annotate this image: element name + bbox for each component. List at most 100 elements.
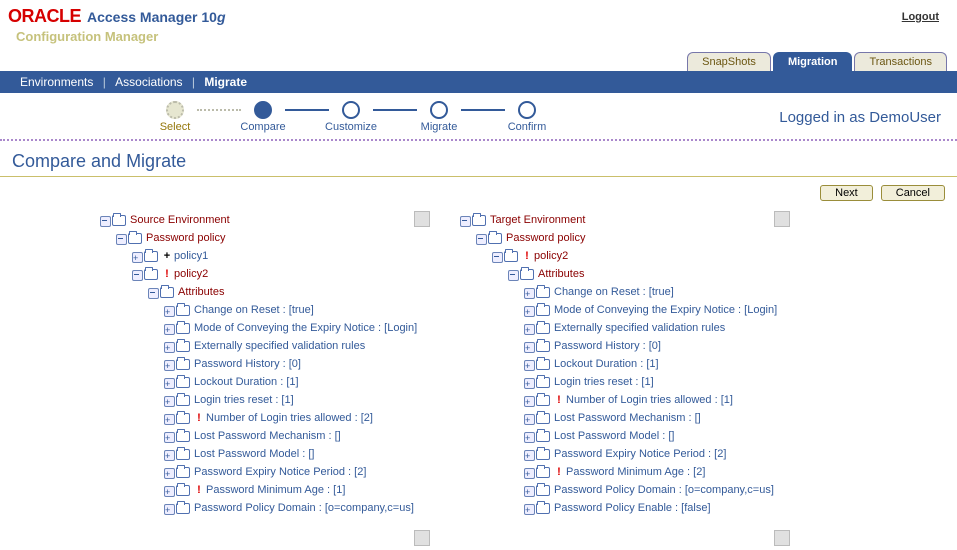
attribute-node[interactable]: Password Policy Domain : [o=company,c=us…: [194, 499, 414, 517]
scroll-down-icon[interactable]: [414, 530, 430, 546]
attribute-node[interactable]: Lost Password Mechanism : []: [554, 409, 701, 427]
expand-icon[interactable]: [164, 414, 173, 423]
policy-node[interactable]: policy2: [534, 247, 568, 265]
folder-icon: [536, 431, 550, 442]
scroll-down-icon[interactable]: [774, 530, 790, 546]
expand-icon[interactable]: [524, 432, 533, 441]
attribute-node[interactable]: Login tries reset : [1]: [554, 373, 654, 391]
next-button[interactable]: Next: [820, 185, 873, 201]
tree-root-label[interactable]: Source Environment: [130, 211, 230, 229]
attribute-node[interactable]: Password Policy Domain : [o=company,c=us…: [554, 481, 774, 499]
expand-icon[interactable]: [164, 324, 173, 333]
collapse-icon[interactable]: [100, 216, 109, 225]
expand-icon[interactable]: [524, 342, 533, 351]
tab-snapshots[interactable]: SnapShots: [687, 52, 771, 71]
folder-icon: [536, 503, 550, 514]
attribute-node[interactable]: Password Expiry Notice Period : [2]: [194, 463, 366, 481]
expand-icon[interactable]: [164, 342, 173, 351]
folder-icon: [536, 377, 550, 388]
expand-icon[interactable]: [524, 306, 533, 315]
toggle-icon[interactable]: [492, 252, 501, 261]
diff-icon: !: [554, 391, 564, 409]
logout-link[interactable]: Logout: [902, 11, 939, 23]
expand-icon[interactable]: [524, 288, 533, 297]
attribute-node[interactable]: Lost Password Model : []: [194, 445, 314, 463]
tab-migration[interactable]: Migration: [773, 52, 853, 71]
attribute-node[interactable]: Lockout Duration : [1]: [554, 355, 659, 373]
attribute-node[interactable]: Lost Password Model : []: [554, 427, 674, 445]
cancel-button[interactable]: Cancel: [881, 185, 945, 201]
attribute-node[interactable]: Password Policy Enable : [false]: [554, 499, 711, 517]
attributes-label[interactable]: Attributes: [178, 283, 224, 301]
wizard-step-customize[interactable]: Customize: [316, 101, 386, 133]
policy-node[interactable]: policy1: [174, 247, 208, 265]
expand-icon[interactable]: [524, 486, 533, 495]
attribute-node[interactable]: Externally specified validation rules: [554, 319, 725, 337]
expand-icon[interactable]: [524, 396, 533, 405]
folder-icon: [536, 305, 550, 316]
expand-icon[interactable]: [164, 504, 173, 513]
scroll-up-icon[interactable]: [774, 211, 790, 227]
expand-icon[interactable]: [524, 324, 533, 333]
expand-icon[interactable]: [164, 432, 173, 441]
scroll-up-icon[interactable]: [414, 211, 430, 227]
diff-icon: !: [194, 481, 204, 499]
expand-icon[interactable]: [524, 360, 533, 369]
nav-associations[interactable]: Associations: [115, 75, 182, 89]
attribute-node[interactable]: Lost Password Mechanism : []: [194, 427, 341, 445]
attribute-node[interactable]: Change on Reset : [true]: [194, 301, 314, 319]
collapse-icon[interactable]: [476, 234, 485, 243]
policy-node[interactable]: policy2: [174, 265, 208, 283]
collapse-icon[interactable]: [116, 234, 125, 243]
attribute-node[interactable]: Password Minimum Age : [1]: [206, 481, 345, 499]
wizard-step-compare[interactable]: Compare: [228, 101, 298, 133]
attribute-node[interactable]: Password Expiry Notice Period : [2]: [554, 445, 726, 463]
attribute-node[interactable]: Number of Login tries allowed : [2]: [206, 409, 373, 427]
policy-group-label[interactable]: Password policy: [146, 229, 225, 247]
collapse-icon[interactable]: [508, 270, 517, 279]
expand-icon[interactable]: [164, 360, 173, 369]
folder-icon: [176, 323, 190, 334]
policy-group-label[interactable]: Password policy: [506, 229, 585, 247]
folder-icon: [176, 431, 190, 442]
collapse-icon[interactable]: [148, 288, 157, 297]
attribute-node[interactable]: Password Minimum Age : [2]: [566, 463, 705, 481]
expand-icon[interactable]: [164, 450, 173, 459]
wizard-step-confirm[interactable]: Confirm: [492, 101, 562, 133]
toggle-icon[interactable]: [132, 252, 141, 261]
attribute-node[interactable]: Mode of Conveying the Expiry Notice : [L…: [194, 319, 417, 337]
step-label: Select: [160, 121, 191, 133]
expand-icon[interactable]: [524, 378, 533, 387]
expand-icon[interactable]: [524, 414, 533, 423]
attribute-node[interactable]: Mode of Conveying the Expiry Notice : [L…: [554, 301, 777, 319]
attribute-node[interactable]: Login tries reset : [1]: [194, 391, 294, 409]
expand-icon[interactable]: [164, 468, 173, 477]
nav-migrate[interactable]: Migrate: [204, 75, 247, 89]
attribute-node[interactable]: Externally specified validation rules: [194, 337, 365, 355]
expand-icon[interactable]: [524, 468, 533, 477]
expand-icon[interactable]: [164, 396, 173, 405]
expand-icon[interactable]: [164, 486, 173, 495]
attributes-label[interactable]: Attributes: [538, 265, 584, 283]
expand-icon[interactable]: [524, 504, 533, 513]
attribute-node[interactable]: Lockout Duration : [1]: [194, 373, 299, 391]
expand-icon[interactable]: [164, 306, 173, 315]
attribute-node[interactable]: Password History : [0]: [554, 337, 661, 355]
expand-icon[interactable]: [164, 378, 173, 387]
collapse-icon[interactable]: [460, 216, 469, 225]
expand-icon[interactable]: [524, 450, 533, 459]
attribute-node[interactable]: Number of Login tries allowed : [1]: [566, 391, 733, 409]
diff-icon: !: [554, 463, 564, 481]
attribute-node[interactable]: Change on Reset : [true]: [554, 283, 674, 301]
folder-icon: [536, 395, 550, 406]
nav-environments[interactable]: Environments: [20, 75, 93, 89]
attribute-node[interactable]: Password History : [0]: [194, 355, 301, 373]
folder-icon: [504, 251, 518, 262]
tab-transactions[interactable]: Transactions: [854, 52, 947, 71]
tree-root-label[interactable]: Target Environment: [490, 211, 585, 229]
step-label: Compare: [240, 121, 285, 133]
wizard-step-migrate[interactable]: Migrate: [404, 101, 474, 133]
toggle-icon[interactable]: [132, 270, 141, 279]
wizard-step-select[interactable]: Select: [140, 101, 210, 133]
folder-icon: [144, 269, 158, 280]
